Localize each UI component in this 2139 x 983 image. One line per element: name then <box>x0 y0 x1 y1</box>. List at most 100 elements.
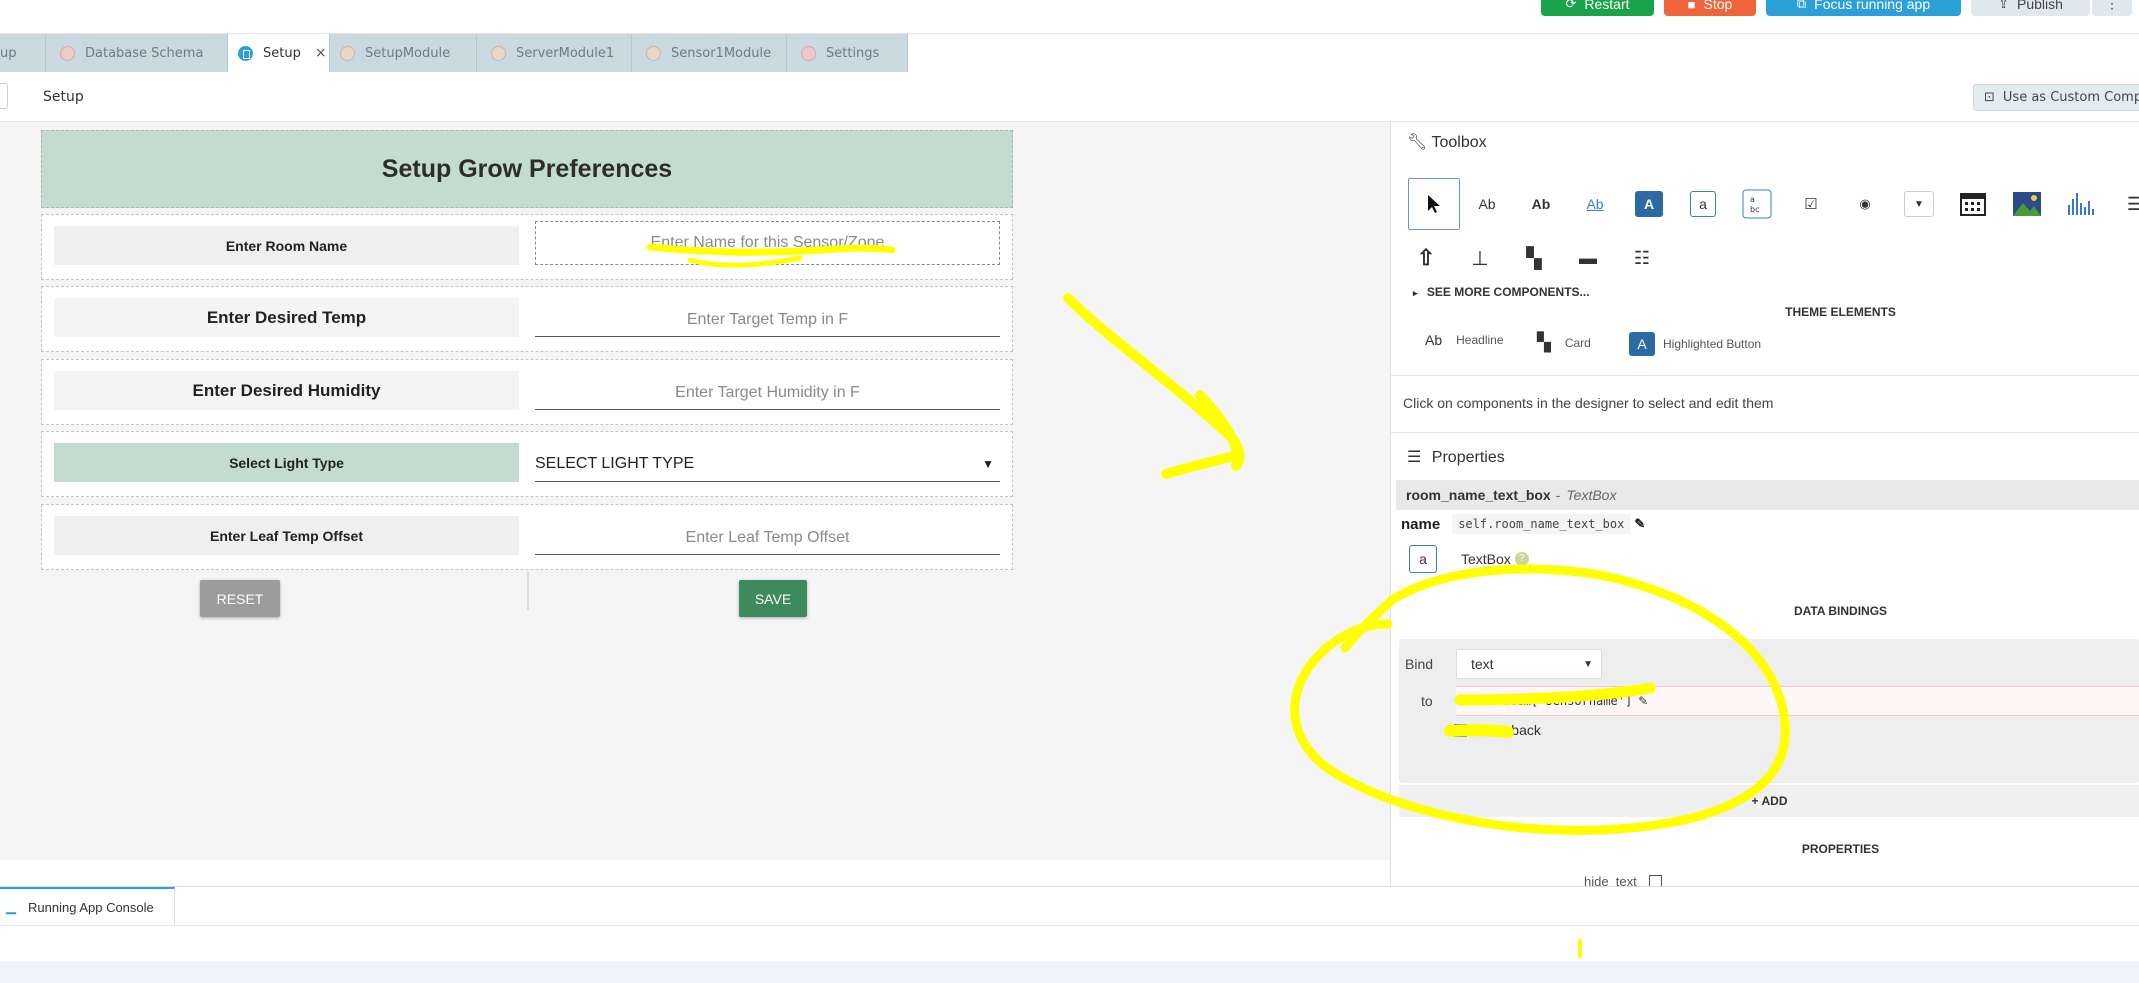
more-icon: ⋮ <box>2105 0 2119 11</box>
use-as-custom-component-button[interactable]: ⊡ Use as Custom Component <box>1973 84 2139 111</box>
pencil-icon[interactable]: ✎ <box>1638 694 1648 708</box>
spacer-tool[interactable]: ⊥ <box>1462 240 1498 276</box>
write-back-checkbox[interactable]: ✓ Write back <box>1454 722 1541 738</box>
bar-chart-icon <box>2068 193 2094 215</box>
desired-temp-row[interactable]: Enter Desired Temp Enter Target Temp in … <box>41 286 1013 352</box>
checkbox-tool[interactable]: ☑ <box>1793 186 1829 222</box>
target-temp-text-box[interactable]: Enter Target Temp in F <box>535 303 1000 337</box>
see-more-text: SEE MORE COMPONENTS... <box>1426 285 1590 299</box>
form-header[interactable]: Setup Grow Preferences <box>41 130 1013 208</box>
page-title: Setup <box>43 89 84 105</box>
name-value[interactable]: self.room_name_text_box <box>1452 514 1631 534</box>
room-name-row[interactable]: Enter Room Name Enter Name for this Sens… <box>41 214 1013 280</box>
light-type-dropdown[interactable]: SELECT LIGHT TYPE ▼ <box>535 446 1000 482</box>
leaf-temp-row[interactable]: Enter Leaf Temp Offset Enter Leaf Temp O… <box>41 504 1013 570</box>
upload-icon: ⇧ <box>1416 245 1436 270</box>
focus-running-app-button[interactable]: ⧉ Focus running app <box>1766 0 1961 16</box>
link-tool[interactable]: Ab <box>1577 186 1613 222</box>
module-icon <box>646 45 661 61</box>
type-label: TextBox <box>1461 551 1511 567</box>
pencil-icon[interactable]: ✎ <box>1634 516 1645 532</box>
column-panel-tool[interactable]: ▚ <box>1516 240 1552 276</box>
bold-label-tool[interactable]: Ab <box>1523 186 1559 222</box>
light-type-label[interactable]: Select Light Type <box>54 443 519 482</box>
stop-icon: ■ <box>1687 0 1696 12</box>
theme-item-label: Headline <box>1456 333 1504 347</box>
designer-canvas[interactable]: Setup Grow Preferences Enter Room Name E… <box>0 122 1390 860</box>
tab-partial[interactable]: up <box>0 34 46 72</box>
target-humidity-text-box[interactable]: Enter Target Humidity in F <box>535 376 1000 410</box>
publish-label: Publish <box>2016 0 2063 12</box>
textbox-tool[interactable]: a <box>1685 186 1721 222</box>
console-tab-label: Running App Console <box>28 899 154 915</box>
room-name-text-box[interactable]: Enter Name for this Sensor/Zone <box>535 221 1000 265</box>
see-more-components-link[interactable]: ▸ SEE MORE COMPONENTS... <box>1413 285 1590 299</box>
tab-servermodule1[interactable]: ServerModule1 <box>477 34 632 72</box>
dropdown-arrow-icon: ▼ <box>982 456 994 471</box>
pointer-tool[interactable] <box>1408 178 1460 230</box>
highlighted-button-icon: A <box>1629 332 1655 356</box>
back-button[interactable] <box>0 83 8 109</box>
running-app-console-tab[interactable]: ▁ Running App Console <box>0 887 175 925</box>
flow-panel-tool[interactable]: ▬ <box>1570 240 1606 276</box>
bind-property-select[interactable]: text ▼ <box>1456 649 1602 679</box>
data-grid-tool[interactable]: ☰ <box>2117 186 2139 222</box>
column-divider <box>527 572 529 610</box>
component-type-row: a TextBox ? <box>1409 545 1529 573</box>
binding-expression[interactable]: self.item['sensorname'] ✎ <box>1456 686 2139 716</box>
component-type: TextBox <box>1566 487 1617 503</box>
tab-database-schema[interactable]: Database Schema <box>46 34 228 72</box>
file-loader-tool[interactable]: ⇧ <box>1408 240 1444 276</box>
restart-button[interactable]: ⟳ Restart <box>1541 0 1654 16</box>
checkbox-icon: ☑ <box>1804 196 1818 213</box>
radio-icon: ◉ <box>1859 196 1871 211</box>
leaf-temp-text-box[interactable]: Enter Leaf Temp Offset <box>535 521 1000 555</box>
grid-icon: ☰ <box>2127 194 2139 215</box>
custom-component-label: Use as Custom Component <box>2002 90 2139 105</box>
date-picker-tool[interactable] <box>1955 186 1991 222</box>
label-tool[interactable]: Ab <box>1469 186 1505 222</box>
desired-humidity-label[interactable]: Enter Desired Humidity <box>54 371 519 410</box>
dropdown-value: SELECT LIGHT TYPE <box>535 454 695 472</box>
reset-button[interactable]: RESET <box>200 580 280 617</box>
help-icon[interactable]: ? <box>1514 552 1529 566</box>
theme-item-label: Highlighted Button <box>1663 337 1762 351</box>
focus-icon: ⧉ <box>1796 0 1807 11</box>
data-binding-card: Bind text ▼ to self.item['sensorname'] ✎… <box>1399 639 2139 783</box>
theme-headline[interactable]: Ab Headline <box>1425 332 1504 348</box>
desired-temp-label[interactable]: Enter Desired Temp <box>54 298 519 337</box>
image-tool[interactable] <box>2009 186 2045 222</box>
theme-highlighted-button[interactable]: A Highlighted Button <box>1629 332 1761 356</box>
publish-more-button[interactable]: ⋮ <box>2092 0 2132 16</box>
room-name-label[interactable]: Enter Room Name <box>54 226 519 265</box>
svg-text:a: a <box>1750 195 1755 204</box>
name-label: name <box>1401 515 1441 533</box>
dropdown-tool[interactable]: ▼ <box>1901 186 1937 222</box>
save-button[interactable]: SAVE <box>739 580 807 617</box>
button-tool[interactable]: A <box>1631 186 1667 222</box>
columns-icon: ▚ <box>1526 247 1542 270</box>
tab-setup[interactable]: Setup × <box>228 34 330 72</box>
properties-heading: PROPERTIES <box>1801 842 1880 856</box>
theme-card[interactable]: ▚ Card <box>1537 332 1591 353</box>
plot-tool[interactable] <box>2063 186 2099 222</box>
focus-label: Focus running app <box>1814 0 1931 12</box>
tab-sensor1module[interactable]: Sensor1Module <box>632 34 787 72</box>
textarea-tool[interactable]: a bc <box>1739 186 1775 222</box>
desired-humidity-row[interactable]: Enter Desired Humidity Enter Target Humi… <box>41 359 1013 425</box>
tab-label: Sensor1Module <box>671 45 772 61</box>
radio-tool[interactable]: ◉ <box>1847 186 1883 222</box>
chevron-down-icon: ▼ <box>1583 658 1593 670</box>
close-icon[interactable]: × <box>315 45 327 61</box>
tab-setupmodule[interactable]: SetupModule <box>330 34 477 72</box>
add-binding-button[interactable]: + ADD <box>1399 785 2139 817</box>
tab-settings[interactable]: Settings <box>787 34 908 72</box>
leaf-temp-label[interactable]: Enter Leaf Temp Offset <box>54 516 519 555</box>
publish-button[interactable]: ⇪ Publish <box>1971 0 2090 16</box>
card-icon: ▚ <box>1537 332 1551 352</box>
stop-button[interactable]: ■ Stop <box>1664 0 1756 16</box>
repeating-panel-tool[interactable]: ☷ <box>1624 240 1660 276</box>
light-type-row[interactable]: Select Light Type SELECT LIGHT TYPE ▼ <box>41 431 1013 497</box>
properties-title: ☰ Properties <box>1407 447 1505 467</box>
stop-label: Stop <box>1703 0 1733 12</box>
